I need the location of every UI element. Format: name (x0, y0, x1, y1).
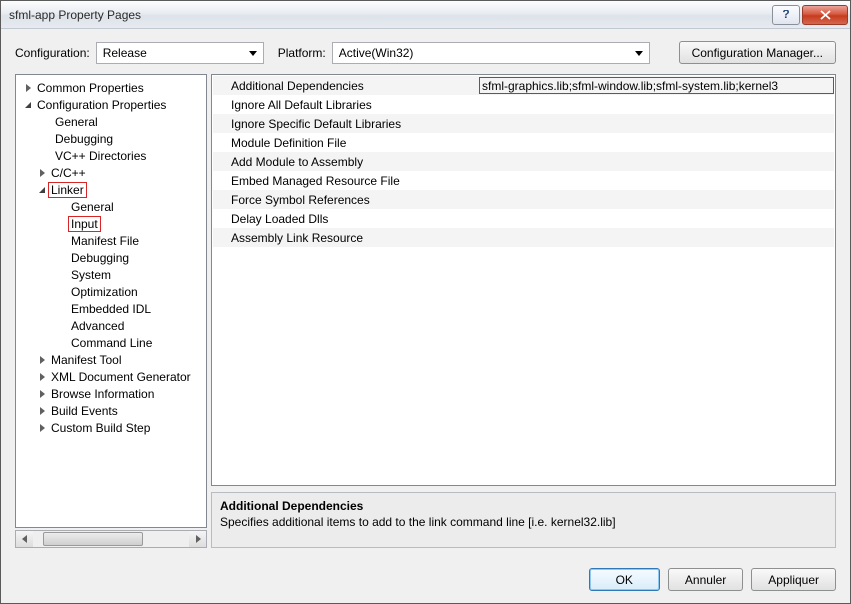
configuration-label: Configuration: (15, 46, 90, 60)
platform-value: Active(Win32) (339, 46, 414, 60)
tree-general[interactable]: General (16, 113, 206, 130)
tree-xml-doc[interactable]: XML Document Generator (16, 368, 206, 385)
tree-build-events[interactable]: Build Events (16, 402, 206, 419)
dialog-body: Configuration: Release Platform: Active(… (1, 29, 850, 558)
property-label: Ignore All Default Libraries (213, 98, 473, 112)
tree-linker-commandline[interactable]: Command Line (16, 334, 206, 351)
property-row[interactable]: Force Symbol References (213, 190, 834, 209)
apply-button[interactable]: Appliquer (751, 568, 836, 591)
property-pages-dialog: sfml-app Property Pages ? Configuration:… (0, 0, 851, 604)
property-label: Embed Managed Resource File (213, 174, 473, 188)
tree-vcpp-dirs[interactable]: VC++ Directories (16, 147, 206, 164)
tree-linker-debugging[interactable]: Debugging (16, 249, 206, 266)
tree-linker-manifest[interactable]: Manifest File (16, 232, 206, 249)
description-panel: Additional Dependencies Specifies additi… (211, 492, 836, 548)
configuration-manager-button[interactable]: Configuration Manager... (679, 41, 836, 64)
tree-view[interactable]: Common Properties Configuration Properti… (15, 74, 207, 528)
property-row[interactable]: Additional Dependenciessfml-graphics.lib… (213, 76, 834, 95)
property-label: Additional Dependencies (213, 79, 473, 93)
configuration-dropdown[interactable]: Release (96, 42, 264, 64)
ok-button[interactable]: OK (589, 568, 660, 591)
tree-linker-embedded-idl[interactable]: Embedded IDL (16, 300, 206, 317)
dialog-footer: OK Annuler Appliquer (1, 558, 850, 603)
tree-linker-input[interactable]: Input (16, 215, 206, 232)
tree-linker-general[interactable]: General (16, 198, 206, 215)
tree-linker-advanced[interactable]: Advanced (16, 317, 206, 334)
platform-label: Platform: (278, 46, 326, 60)
property-label: Assembly Link Resource (213, 231, 473, 245)
scroll-left-icon[interactable] (16, 531, 33, 547)
help-button[interactable]: ? (772, 5, 800, 25)
tree-linker-system[interactable]: System (16, 266, 206, 283)
description-text: Specifies additional items to add to the… (220, 515, 827, 529)
property-grid[interactable]: Additional Dependenciessfml-graphics.lib… (211, 74, 836, 486)
tree-ccpp[interactable]: C/C++ (16, 164, 206, 181)
platform-dropdown[interactable]: Active(Win32) (332, 42, 650, 64)
titlebar[interactable]: sfml-app Property Pages ? (1, 1, 850, 29)
property-label: Force Symbol References (213, 193, 473, 207)
property-label: Add Module to Assembly (213, 155, 473, 169)
tree-common-properties[interactable]: Common Properties (16, 79, 206, 96)
tree-manifest-tool[interactable]: Manifest Tool (16, 351, 206, 368)
window-title: sfml-app Property Pages (9, 8, 770, 22)
property-row[interactable]: Ignore All Default Libraries (213, 95, 834, 114)
config-row: Configuration: Release Platform: Active(… (15, 41, 836, 64)
tree-linker[interactable]: Linker (16, 181, 206, 198)
property-row[interactable]: Assembly Link Resource (213, 228, 834, 247)
property-value[interactable]: sfml-graphics.lib;sfml-window.lib;sfml-s… (473, 77, 834, 94)
property-row[interactable]: Ignore Specific Default Libraries (213, 114, 834, 133)
tree-custom-build[interactable]: Custom Build Step (16, 419, 206, 436)
tree-browse-info[interactable]: Browse Information (16, 385, 206, 402)
tree-configuration-properties[interactable]: Configuration Properties (16, 96, 206, 113)
property-row[interactable]: Delay Loaded Dlls (213, 209, 834, 228)
property-row[interactable]: Module Definition File (213, 133, 834, 152)
property-label: Ignore Specific Default Libraries (213, 117, 473, 131)
configuration-value: Release (103, 46, 147, 60)
property-row[interactable]: Embed Managed Resource File (213, 171, 834, 190)
description-title: Additional Dependencies (220, 499, 827, 513)
close-button[interactable] (802, 5, 848, 25)
svg-text:?: ? (782, 10, 789, 20)
tree-debugging[interactable]: Debugging (16, 130, 206, 147)
tree-linker-optimization[interactable]: Optimization (16, 283, 206, 300)
scroll-track[interactable] (33, 531, 189, 547)
scroll-thumb[interactable] (43, 532, 143, 546)
cancel-button[interactable]: Annuler (668, 568, 743, 591)
property-label: Module Definition File (213, 136, 473, 150)
property-label: Delay Loaded Dlls (213, 212, 473, 226)
property-row[interactable]: Add Module to Assembly (213, 152, 834, 171)
tree-hscroll[interactable] (15, 530, 207, 548)
scroll-right-icon[interactable] (189, 531, 206, 547)
